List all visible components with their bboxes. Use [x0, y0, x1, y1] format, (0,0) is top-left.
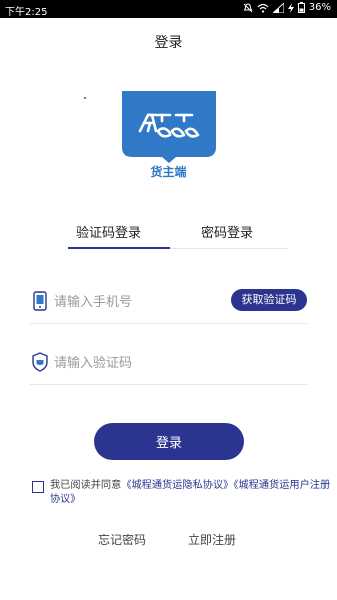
status-icons: 36%: [243, 2, 331, 13]
code-field: [30, 342, 307, 385]
battery-percent: 36%: [308, 2, 331, 13]
shield-icon: [32, 352, 48, 372]
wifi-icon: [257, 3, 269, 13]
code-input[interactable]: [54, 353, 224, 373]
mute-icon: [243, 2, 253, 13]
phone-field: 获取验证码: [30, 281, 307, 324]
login-tabs: 验证码登录 密码登录: [66, 222, 288, 250]
logo-subtitle: 货主端: [150, 165, 187, 179]
get-code-button[interactable]: 获取验证码: [231, 289, 307, 311]
agreement-checkbox[interactable]: [32, 481, 44, 493]
decorative-dot: [84, 97, 86, 99]
status-bar: 下午2:25 36%: [0, 0, 337, 18]
status-time: 下午2:25: [5, 7, 48, 18]
agreement-prefix: 我已阅读并同意: [50, 480, 122, 491]
tab-code-login[interactable]: 验证码登录: [76, 222, 141, 241]
battery-icon: [297, 2, 305, 13]
charging-icon: [287, 2, 294, 13]
tab-password-login[interactable]: 密码登录: [201, 222, 253, 241]
phone-input[interactable]: [54, 292, 224, 312]
signal-icon: [272, 2, 284, 13]
page-title: 登录: [154, 35, 183, 51]
login-button[interactable]: 登录: [94, 423, 244, 460]
forgot-password-link[interactable]: 忘记密码: [98, 531, 146, 548]
phone-icon: [32, 291, 48, 311]
active-tab-indicator: [68, 247, 170, 249]
register-link[interactable]: 立即注册: [188, 531, 236, 548]
tab-divider: [170, 248, 288, 249]
privacy-agreement-link[interactable]: 《城程通货运隐私协议》: [121, 480, 233, 491]
agreement-text: 我已阅读并同意《城程通货运隐私协议》《城程通货运用户注册协议》: [50, 479, 337, 507]
